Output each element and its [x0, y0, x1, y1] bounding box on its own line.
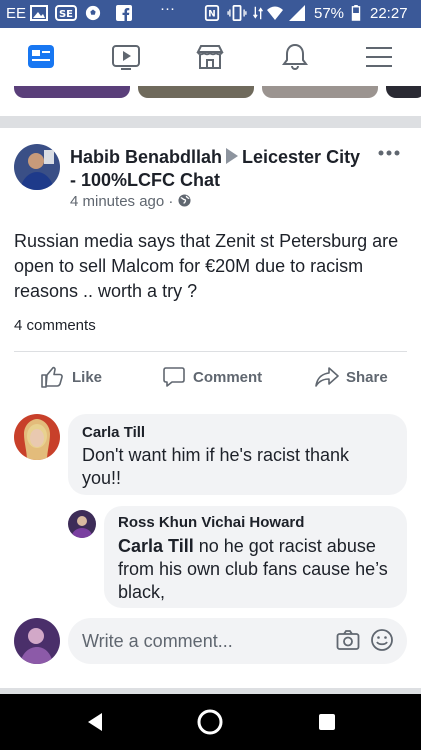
post-body-text: Russian media says that Zenit st Petersb…	[14, 231, 399, 301]
previous-thumbnail[interactable]	[386, 86, 421, 98]
reply-bubble: Ross Khun Vichai Howard Carla Till no he…	[104, 506, 407, 608]
facebook-icon	[116, 5, 132, 21]
app-notification-icon: SE	[55, 5, 77, 21]
video-play-icon	[112, 45, 140, 70]
camera-icon[interactable]	[336, 629, 360, 651]
globe-icon	[178, 194, 191, 207]
carrier-label: EE	[6, 5, 27, 22]
comment-button[interactable]: Comment	[162, 365, 272, 393]
thumbs-up-icon	[41, 366, 63, 388]
shared-to-arrow-icon	[226, 148, 239, 164]
vibrate-icon	[227, 5, 247, 21]
recent-apps-icon[interactable]	[318, 713, 336, 731]
hamburger-menu-icon	[366, 47, 392, 67]
reply-author-name[interactable]: Ross Khun Vichai Howard	[118, 514, 304, 531]
nav-news-feed[interactable]	[27, 42, 57, 72]
post-author-line: Habib Benabdllah Leicester City - 100%LCF…	[70, 146, 370, 192]
feed-separator	[0, 116, 421, 128]
battery-icon	[351, 5, 361, 21]
status-bar: EE SE ··· N 57% 22:27	[0, 0, 421, 28]
comment-count[interactable]: 4 comments	[14, 317, 96, 334]
image-notification-icon	[30, 5, 48, 21]
post-divider	[14, 351, 407, 352]
storefront-icon	[196, 45, 224, 69]
avatar-photo	[68, 510, 96, 538]
avatar-photo	[14, 144, 60, 190]
comment-label: Comment	[193, 369, 263, 386]
more-notifications-icon: ···	[160, 0, 175, 17]
avatar-photo	[14, 618, 60, 664]
share-button[interactable]: Share	[314, 365, 394, 393]
nfc-icon: N	[204, 5, 220, 21]
commenter-name[interactable]: Carla Till	[82, 424, 145, 441]
commenter-avatar[interactable]	[14, 414, 60, 460]
share-label: Share	[346, 369, 388, 386]
author-name-link[interactable]: Habib Benabdllah	[70, 147, 222, 167]
reply-author-avatar[interactable]	[68, 510, 96, 538]
nav-marketplace[interactable]	[195, 42, 225, 72]
previous-thumbnail[interactable]	[262, 86, 378, 98]
back-icon[interactable]	[86, 712, 104, 732]
separator-dot: ·	[168, 193, 178, 210]
share-arrow-icon	[315, 367, 339, 387]
current-user-avatar[interactable]	[14, 618, 60, 664]
nav-menu[interactable]	[364, 42, 394, 72]
news-feed-icon	[28, 45, 54, 68]
reply-text: Carla Till no he got racist abuse from h…	[118, 535, 396, 604]
wifi-icon	[267, 6, 283, 20]
clock: 22:27	[370, 5, 408, 22]
comment-bubble: Carla Till Don't want him if he's racist…	[68, 414, 407, 495]
emoji-icon[interactable]	[370, 628, 394, 652]
data-transfer-icon	[253, 6, 263, 20]
battery-percent: 57%	[314, 5, 345, 22]
comment-text: Don't want him if he's racist thank you!…	[82, 445, 349, 488]
mention-link[interactable]: Carla Till	[118, 536, 194, 556]
previous-thumbnail[interactable]	[138, 86, 254, 98]
post-timestamp[interactable]: 4 minutes ago ·	[70, 193, 191, 210]
previous-thumbnail[interactable]	[14, 86, 130, 98]
signal-icon	[289, 5, 305, 21]
comment-bubble-icon	[163, 367, 185, 387]
nav-notifications[interactable]	[280, 42, 310, 72]
svg-text:N: N	[208, 10, 215, 20]
svg-text:SE: SE	[59, 9, 73, 20]
comment-composer[interactable]: Write a comment...	[68, 618, 407, 664]
bell-icon	[282, 43, 308, 70]
previous-content-strip	[0, 86, 421, 116]
like-button[interactable]: Like	[40, 365, 110, 393]
post-options-icon[interactable]	[378, 150, 400, 156]
system-navigation-bar	[0, 694, 421, 750]
post-time-text: 4 minutes ago	[70, 193, 165, 210]
nav-watch[interactable]	[111, 42, 141, 72]
top-nav-bar	[0, 28, 421, 87]
like-label: Like	[72, 369, 103, 386]
home-icon[interactable]	[197, 709, 223, 735]
comment-input-placeholder: Write a comment...	[82, 631, 233, 651]
post-author-avatar[interactable]	[14, 144, 60, 190]
football-icon	[85, 5, 101, 21]
avatar-photo	[14, 414, 60, 460]
